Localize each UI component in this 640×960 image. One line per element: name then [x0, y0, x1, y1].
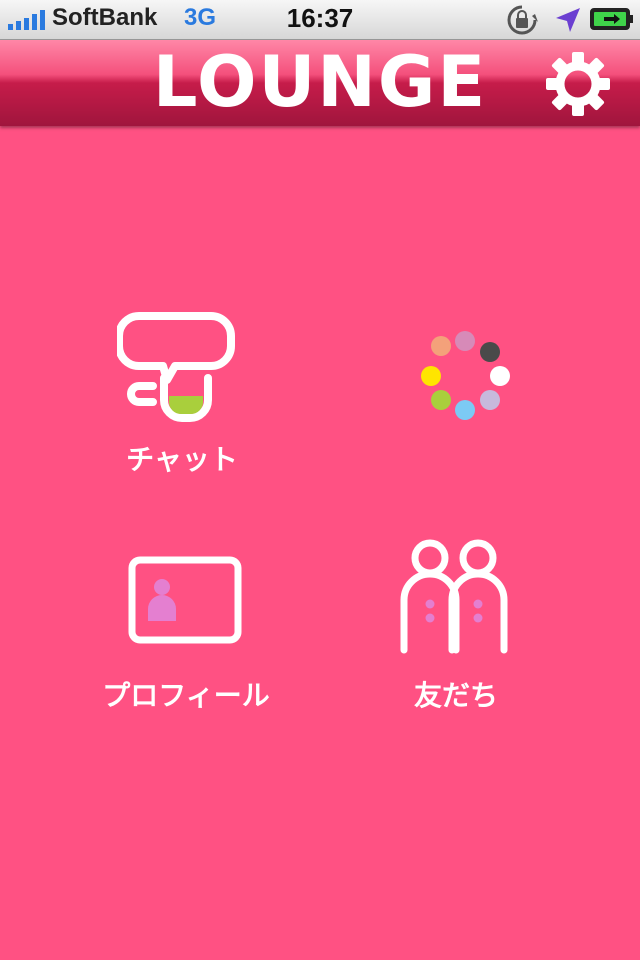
settings-button[interactable] — [546, 52, 610, 116]
battery-charging-icon — [590, 8, 633, 30]
profile-card-icon — [128, 556, 242, 644]
profile-tile[interactable]: プロフィール — [76, 540, 296, 730]
status-time: 16:37 — [286, 3, 354, 33]
gear-icon — [546, 52, 610, 116]
chat-cup-icon — [117, 312, 235, 422]
rotation-lock-icon — [507, 5, 538, 35]
chat-label: チャット — [126, 443, 238, 476]
page-title: LOUNGE — [152, 41, 488, 123]
friends-tile[interactable]: 友だち — [346, 538, 566, 728]
header-bar: LOUNGE — [0, 40, 640, 126]
status-bar: SoftBank 3G 16:37 — [0, 0, 640, 40]
loading-tile — [346, 310, 566, 500]
friends-icon — [400, 539, 508, 654]
location-icon — [556, 8, 580, 32]
friends-label: 友だち — [413, 679, 498, 712]
profile-label: プロフィール — [102, 679, 270, 712]
chat-tile[interactable]: チャット — [72, 310, 292, 500]
loading-spinner-icon — [421, 331, 510, 420]
